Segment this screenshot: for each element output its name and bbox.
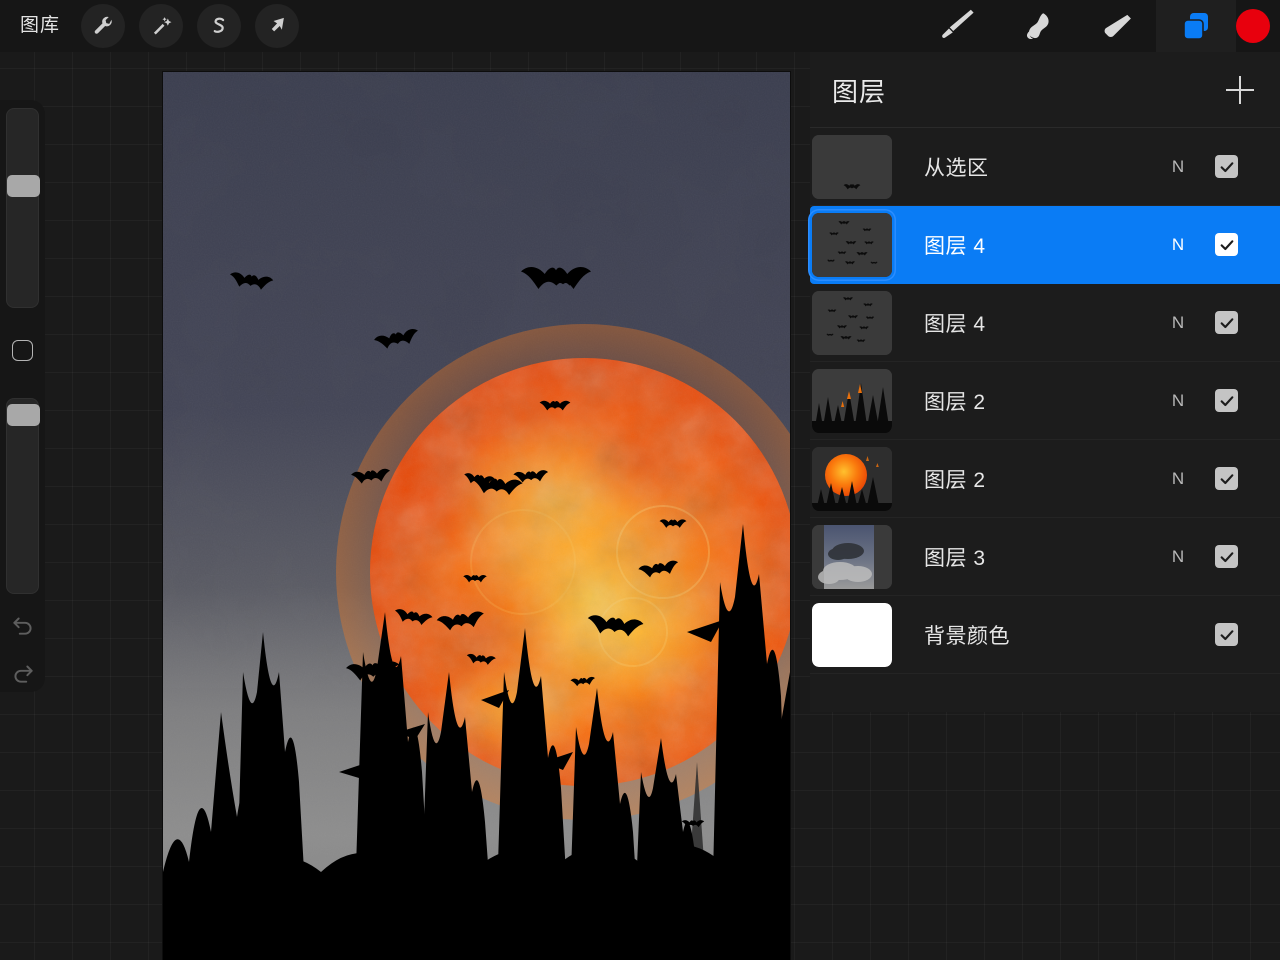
layer-thumbnail[interactable]: [812, 212, 892, 277]
redo-icon: [14, 665, 33, 683]
layer-name: 图层 4: [924, 234, 986, 258]
layer-name: 背景颜色: [924, 624, 1010, 648]
layer-visibility-checkbox[interactable]: [1215, 155, 1238, 178]
magic-wand-icon: [153, 16, 171, 35]
brush-size-slider[interactable]: [6, 108, 40, 308]
layer-visibility-checkbox[interactable]: [1215, 623, 1238, 646]
layer-name: 图层 2: [924, 468, 986, 492]
layer-thumbnail[interactable]: [812, 368, 892, 433]
layer-visibility-checkbox[interactable]: [1215, 233, 1238, 256]
checkmark-icon: [1220, 317, 1233, 328]
layers-button[interactable]: [1156, 0, 1236, 52]
eraser-icon: [1104, 14, 1131, 37]
layer-row[interactable]: 图层 2 N: [810, 440, 1280, 518]
procreate-app: 图库 图层 从选区 N 图层 4 N 图层 4 N 图层 2 N 图层 2 N …: [0, 0, 1280, 960]
layer-thumbnail[interactable]: [812, 524, 892, 589]
layer-row[interactable]: 图层 2 N: [810, 362, 1280, 440]
redo-button[interactable]: [10, 660, 36, 686]
artwork-illustration: [163, 72, 790, 960]
layer-blend-mode[interactable]: N: [1163, 391, 1193, 411]
checkmark-icon: [1220, 239, 1233, 250]
layer-name: 图层 2: [924, 390, 986, 414]
layer-visibility-checkbox[interactable]: [1215, 311, 1238, 334]
layers-panel: 图层 从选区 N 图层 4 N 图层 4 N 图层 2 N 图层 2 N 图层 3 N…: [810, 52, 1280, 712]
undo-button[interactable]: [10, 612, 36, 638]
paintbrush-icon: [942, 9, 974, 38]
transform-arrow-icon: [271, 17, 284, 32]
magic-wand-button[interactable]: [139, 4, 184, 48]
checkmark-icon: [1220, 551, 1233, 562]
checkmark-icon: [1220, 629, 1233, 640]
transform-button[interactable]: [255, 4, 300, 48]
layers-panel-header: 图层: [810, 52, 1280, 128]
layers-icon: [1183, 13, 1208, 40]
add-layer-button[interactable]: [1224, 74, 1256, 106]
toolbar-right-group: [916, 0, 1280, 52]
color-swatch-button[interactable]: [1236, 9, 1270, 43]
smudge-button[interactable]: [996, 0, 1076, 52]
undo-icon: [13, 617, 32, 635]
eraser-button[interactable]: [1076, 0, 1156, 52]
opacity-slider[interactable]: [6, 398, 40, 594]
checkmark-icon: [1220, 473, 1233, 484]
adjustments-wrench-button[interactable]: [81, 4, 126, 48]
checkmark-icon: [1220, 395, 1233, 406]
smudge-icon: [1026, 13, 1049, 40]
selection-s-icon: [213, 17, 225, 33]
layer-blend-mode[interactable]: N: [1163, 157, 1193, 177]
layer-thumbnail[interactable]: [812, 602, 892, 667]
layers-panel-title: 图层: [832, 77, 887, 107]
layer-thumbnail[interactable]: [812, 446, 892, 511]
gallery-button[interactable]: 图库: [0, 0, 74, 52]
layer-thumbnail[interactable]: [812, 290, 892, 355]
toolbar-left-group: 图库: [0, 0, 306, 52]
brush-size-handle[interactable]: [7, 174, 40, 197]
layer-row[interactable]: 图层 4 N: [810, 206, 1280, 284]
layer-blend-mode[interactable]: N: [1163, 235, 1193, 255]
layer-row[interactable]: 背景颜色: [810, 596, 1280, 674]
adjustments-wrench-icon: [94, 16, 112, 34]
left-sidebar: [0, 100, 45, 692]
layer-visibility-checkbox[interactable]: [1215, 545, 1238, 568]
opacity-handle[interactable]: [7, 404, 40, 427]
layer-row[interactable]: 图层 4 N: [810, 284, 1280, 362]
modify-button[interactable]: [12, 340, 33, 361]
layer-row[interactable]: 从选区 N: [810, 128, 1280, 206]
top-toolbar: 图库: [0, 0, 1280, 52]
layer-name: 图层 3: [924, 546, 986, 570]
checkmark-icon: [1220, 161, 1233, 172]
layer-list: 从选区 N 图层 4 N 图层 4 N 图层 2 N 图层 2 N 图层 3 N 背景…: [810, 128, 1280, 674]
layer-visibility-checkbox[interactable]: [1215, 389, 1238, 412]
layer-blend-mode[interactable]: N: [1163, 547, 1193, 567]
paintbrush-button[interactable]: [916, 0, 996, 52]
layer-name: 从选区: [924, 156, 989, 180]
layer-name: 图层 4: [924, 312, 986, 336]
layer-blend-mode[interactable]: N: [1163, 313, 1193, 333]
drawing-canvas[interactable]: [163, 72, 790, 960]
layer-row[interactable]: 图层 3 N: [810, 518, 1280, 596]
layer-blend-mode[interactable]: N: [1163, 469, 1193, 489]
layer-thumbnail[interactable]: [812, 134, 892, 199]
selection-button[interactable]: [197, 4, 242, 48]
layer-visibility-checkbox[interactable]: [1215, 467, 1238, 490]
